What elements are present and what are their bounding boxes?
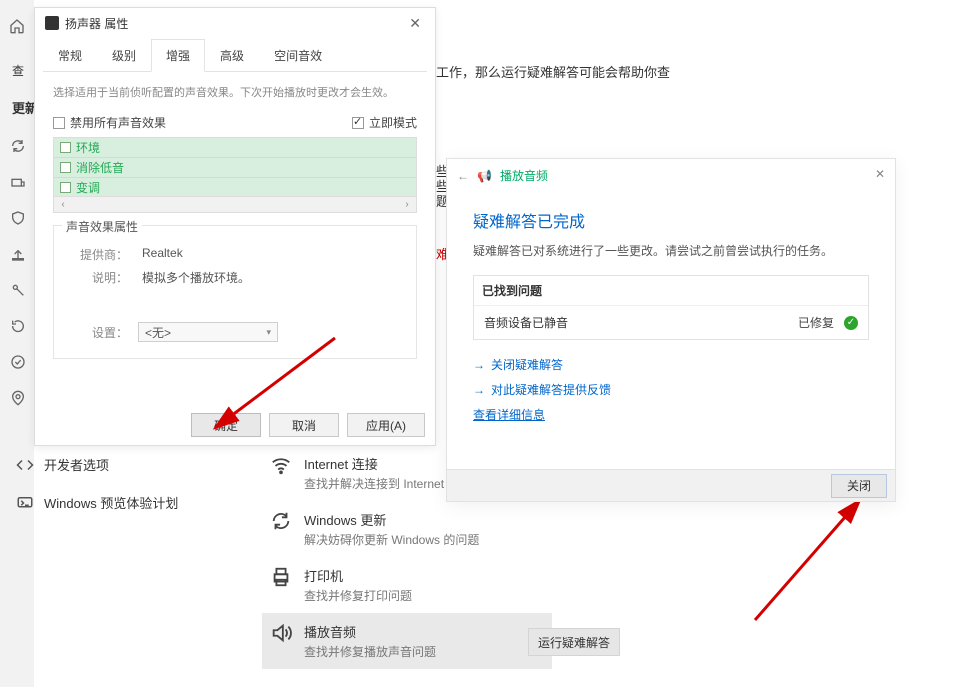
dev-icon [16, 456, 34, 474]
ts-item-windows-update[interactable]: Windows 更新解决妨碍你更新 Windows 的问题 [262, 501, 552, 557]
effects-listbox[interactable]: 环境 消除低音 变调 均衡器 ‹ › [53, 137, 417, 213]
effect-item: 变调 [54, 177, 416, 196]
run-troubleshooter-button[interactable]: 运行疑难解答 [528, 628, 620, 656]
setting-combobox[interactable]: <无> ▾ [138, 322, 278, 342]
apply-button[interactable]: 应用(A) [347, 413, 425, 437]
sidebar-item-label: Windows 预览体验计划 [44, 493, 178, 512]
effect-properties-fieldset: 声音效果属性 提供商：Realtek 说明：模拟多个播放环境。 设置： <无> … [53, 225, 417, 359]
close-icon[interactable]: ✕ [401, 13, 429, 34]
issue-status: 已修复 [798, 314, 834, 331]
sidebar-item-developer[interactable]: 开发者选项 [8, 449, 117, 480]
speaker-icon [45, 16, 59, 30]
disable-all-effects-checkbox[interactable]: 禁用所有声音效果 [53, 114, 166, 131]
arrow-right-icon: → [473, 383, 485, 397]
findmy-icon [10, 390, 26, 406]
checkbox-icon [352, 117, 364, 129]
update-icon [270, 510, 292, 532]
ts-desc: 查找并解决连接到 Internet 或 [304, 475, 459, 492]
chevron-right-icon[interactable]: › [400, 199, 414, 210]
delivery-icon [10, 174, 26, 190]
activation-icon [10, 354, 26, 370]
ts-summary: 疑难解答已对系统进行了一些更改。请尝试之前曾尝试执行的任务。 [473, 242, 869, 259]
issue-row[interactable]: 音频设备已静音 已修复 ✓ [474, 306, 868, 339]
setting-value: <无> [145, 324, 171, 341]
issues-found-header: 已找到问题 [474, 276, 868, 306]
description-value: 模拟多个播放环境。 [142, 269, 250, 286]
check-circle-icon: ✓ [844, 316, 858, 330]
sidebar-item-label: 开发者选项 [44, 455, 109, 474]
feedback-link[interactable]: →对此疑难解答提供反馈 [473, 381, 869, 398]
annotation-arrow-icon [740, 490, 880, 630]
dialog-tabs: 常规 级别 增强 高级 空间音效 [43, 38, 427, 72]
immediate-label: 立即模式 [369, 114, 417, 131]
ok-button[interactable]: 确定 [191, 413, 261, 437]
arrow-right-icon: → [473, 358, 485, 372]
enhancement-hint: 选择适用于当前侦听配置的声音效果。下次开始播放时更改才会生效。 [53, 84, 417, 100]
ts-crumb: 播放音频 [500, 167, 548, 184]
dialog-title: 扬声器 属性 [65, 15, 128, 32]
ts-item-audio[interactable]: 播放音频查找并修复播放声音问题 [262, 613, 552, 669]
provider-value: Realtek [142, 246, 183, 263]
checkbox-icon[interactable] [60, 182, 71, 193]
recovery-icon [10, 318, 26, 334]
checkbox-icon [53, 117, 65, 129]
ts-title: Internet 连接 [304, 454, 459, 473]
wifi-icon [270, 454, 292, 476]
ts-title: 播放音频 [304, 622, 436, 641]
view-details-link[interactable]: 查看详细信息 [473, 408, 545, 422]
issues-found-box: 已找到问题 音频设备已静音 已修复 ✓ [473, 275, 869, 340]
cancel-button[interactable]: 取消 [269, 413, 339, 437]
tab-levels[interactable]: 级别 [97, 39, 151, 72]
provider-key: 提供商： [68, 246, 128, 263]
ts-desc: 查找并修复打印问题 [304, 587, 412, 604]
issue-label: 音频设备已静音 [484, 314, 568, 331]
home-icon[interactable] [0, 6, 34, 46]
ts-item-printer[interactable]: 打印机查找并修复打印问题 [262, 557, 552, 613]
speaker-icon [270, 622, 292, 644]
immediate-mode-checkbox[interactable]: 立即模式 [352, 114, 417, 131]
troubleshooter-window: ← 📢 播放音频 ✕ 疑难解答已完成 疑难解答已对系统进行了一些更改。请尝试之前… [446, 158, 896, 502]
printer-icon [270, 566, 292, 588]
checkbox-icon[interactable] [60, 162, 71, 173]
tab-spatial[interactable]: 空间音效 [259, 39, 337, 72]
close-button[interactable]: 关闭 [831, 474, 887, 498]
shield-icon [10, 210, 26, 226]
chevron-left-icon[interactable]: ‹ [56, 199, 70, 210]
effect-item: 环境 [54, 138, 416, 157]
speaker-icon: 📢 [477, 169, 492, 183]
sidebar-item-insider[interactable]: Windows 预览体验计划 [8, 487, 186, 518]
close-icon[interactable]: ✕ [875, 167, 885, 184]
ts-desc: 查找并修复播放声音问题 [304, 643, 436, 660]
description-key: 说明： [68, 269, 128, 286]
tab-general[interactable]: 常规 [43, 39, 97, 72]
speaker-properties-dialog: 扬声器 属性 ✕ 常规 级别 增强 高级 空间音效 选择适用于当前侦听配置的声音… [34, 7, 436, 446]
ts-title: 打印机 [304, 566, 412, 585]
disable-all-label: 禁用所有声音效果 [70, 114, 166, 131]
back-icon[interactable]: ← [457, 169, 469, 183]
troubleshoot-icon [10, 282, 26, 298]
setting-key: 设置： [68, 324, 128, 341]
ts-desc: 解决妨碍你更新 Windows 的问题 [304, 531, 479, 548]
tab-advanced[interactable]: 高级 [205, 39, 259, 72]
insider-icon [16, 494, 34, 512]
backup-icon [10, 246, 26, 262]
close-troubleshooter-link[interactable]: →关闭疑难解答 [473, 356, 869, 373]
ts-title: Windows 更新 [304, 510, 479, 529]
fieldset-legend: 声音效果属性 [62, 218, 142, 235]
checkbox-icon[interactable] [60, 142, 71, 153]
ts-heading: 疑难解答已完成 [473, 208, 869, 232]
chevron-down-icon: ▾ [266, 327, 271, 338]
effect-item: 消除低音 [54, 157, 416, 177]
search-cut[interactable]: 查 [12, 62, 24, 79]
horizontal-scrollbar[interactable]: ‹ › [54, 196, 416, 212]
title-bar: 扬声器 属性 ✕ [35, 8, 435, 38]
sync-icon [10, 138, 26, 154]
tab-enhancements[interactable]: 增强 [151, 39, 205, 72]
peek-description: 正常工作，那么运行疑难解答可能会帮助你查 [410, 62, 670, 81]
